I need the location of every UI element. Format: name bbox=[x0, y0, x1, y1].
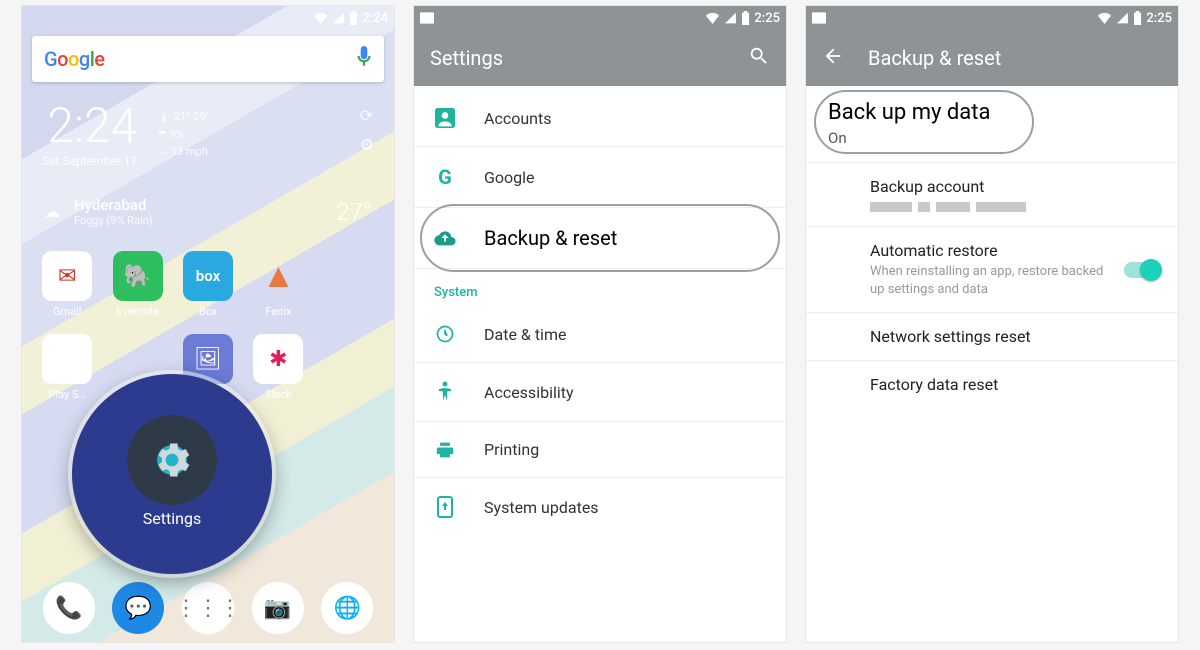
back-icon[interactable] bbox=[822, 45, 844, 72]
appbar: Backup & reset bbox=[806, 30, 1178, 86]
row-accounts[interactable]: Accounts bbox=[414, 90, 786, 147]
weather-conditions: Foggy (9% Rain) bbox=[74, 214, 153, 227]
dock-messages[interactable]: 💬 bbox=[112, 582, 164, 634]
status-time: 2:25 bbox=[1146, 11, 1172, 26]
clock-icon bbox=[434, 324, 456, 344]
notification-icon bbox=[812, 12, 826, 24]
row-accessibility[interactable]: Accessibility bbox=[414, 363, 786, 422]
screen-settings: 2:25 Settings Accounts G Google Backup &… bbox=[414, 6, 786, 642]
clock-date: Sat September 17 bbox=[42, 154, 137, 168]
clock-time: 2:24 bbox=[42, 102, 137, 150]
refresh-icon[interactable]: ⟳ bbox=[360, 106, 374, 125]
screen-home: 2:24 Google 2:24 Sat September 17 🌡 21° … bbox=[22, 6, 394, 642]
row-system-updates[interactable]: System updates bbox=[414, 478, 786, 536]
app-fenix[interactable]: ▲Fenix bbox=[243, 251, 313, 318]
weather-mini: 🌡 21° 29° ☂ 9% ↔ 13 mph bbox=[157, 102, 209, 161]
row-backup-account[interactable]: Backup account bbox=[806, 163, 1178, 227]
row-label: Date & time bbox=[484, 325, 566, 344]
toggle-automatic-restore[interactable] bbox=[1124, 262, 1160, 278]
account-icon bbox=[434, 108, 456, 128]
row-sub: When reinstalling an app, restore backed… bbox=[870, 263, 1158, 298]
row-label: Printing bbox=[484, 440, 539, 459]
row-label: Google bbox=[484, 168, 535, 187]
row-title: Automatic restore bbox=[870, 241, 1158, 260]
screen-backup-reset: 2:25 Backup & reset Back up my data On B… bbox=[806, 6, 1178, 642]
settings-app-label: Settings bbox=[143, 509, 201, 528]
row-title: Network settings reset bbox=[870, 327, 1158, 346]
backup-icon bbox=[434, 228, 456, 248]
appbar: Settings bbox=[414, 30, 786, 86]
google-icon: G bbox=[434, 165, 456, 189]
row-automatic-restore[interactable]: Automatic restore When reinstalling an a… bbox=[806, 227, 1178, 313]
row-network-reset[interactable]: Network settings reset bbox=[806, 313, 1178, 361]
appbar-title: Backup & reset bbox=[868, 46, 1001, 70]
row-label: Accounts bbox=[484, 109, 551, 128]
update-icon bbox=[434, 496, 456, 518]
weather-widget[interactable]: ☁ Hyderabad Foggy (9% Rain) 27° bbox=[22, 172, 394, 237]
status-bar: 2:25 bbox=[806, 6, 1178, 30]
weather-location: Hyderabad bbox=[74, 196, 153, 214]
mic-icon[interactable] bbox=[356, 46, 372, 72]
google-logo: Google bbox=[44, 47, 105, 71]
search-icon[interactable] bbox=[748, 45, 770, 72]
wifi-icon bbox=[1097, 12, 1112, 24]
settings-app-callout[interactable]: Settings bbox=[72, 374, 272, 574]
row-date-time[interactable]: Date & time bbox=[414, 306, 786, 363]
dock-camera[interactable]: 📷 bbox=[252, 582, 304, 634]
clock-widget[interactable]: 2:24 Sat September 17 🌡 21° 29° ☂ 9% ↔ 1… bbox=[22, 82, 394, 172]
wifi-icon bbox=[313, 12, 328, 24]
wifi-icon bbox=[705, 12, 720, 24]
status-bar: 2:24 bbox=[22, 6, 394, 30]
row-factory-reset[interactable]: Factory data reset bbox=[806, 361, 1178, 408]
app-slack[interactable]: ✱Slack bbox=[243, 334, 313, 401]
dock-chrome[interactable]: 🌐 bbox=[321, 582, 373, 634]
row-title: Factory data reset bbox=[870, 375, 1158, 394]
battery-icon bbox=[349, 11, 358, 25]
row-label: System updates bbox=[484, 498, 599, 517]
dock-apps[interactable]: ⋮⋮⋮ bbox=[182, 582, 234, 634]
row-title: Back up my data bbox=[828, 100, 1158, 125]
settings-list: Accounts G Google Backup & reset System … bbox=[414, 86, 786, 536]
row-google[interactable]: G Google bbox=[414, 147, 786, 208]
dock-phone[interactable]: 📞 bbox=[43, 582, 95, 634]
fog-icon: ☁ bbox=[44, 202, 60, 221]
status-time: 2:25 bbox=[754, 11, 780, 26]
signal-icon bbox=[332, 12, 345, 24]
row-printing[interactable]: Printing bbox=[414, 422, 786, 478]
appbar-title: Settings bbox=[430, 46, 503, 70]
app-evernote[interactable]: 🐘Evernote bbox=[102, 251, 172, 318]
row-sub: On bbox=[828, 128, 1158, 148]
status-time: 2:24 bbox=[362, 11, 388, 26]
app-play-store[interactable]: ▶Play S… bbox=[32, 334, 102, 401]
signal-icon bbox=[724, 12, 737, 24]
battery-icon bbox=[741, 11, 750, 25]
status-bar: 2:25 bbox=[414, 6, 786, 30]
app-box[interactable]: boxBox bbox=[173, 251, 243, 318]
google-search-bar[interactable]: Google bbox=[32, 36, 384, 82]
dock: 📞 💬 ⋮⋮⋮ 📷 🌐 bbox=[22, 582, 394, 634]
row-title: Backup account bbox=[870, 177, 1158, 196]
gear-icon[interactable]: ⚙ bbox=[360, 135, 374, 154]
battery-icon bbox=[1133, 11, 1142, 25]
settings-gear-icon bbox=[133, 421, 211, 499]
signal-icon bbox=[1116, 12, 1129, 24]
accessibility-icon bbox=[434, 381, 456, 403]
notification-icon bbox=[420, 12, 434, 24]
section-system: System bbox=[414, 269, 786, 306]
row-label: Accessibility bbox=[484, 383, 574, 402]
app-gmail[interactable]: ✉Gmail bbox=[32, 251, 102, 318]
weather-temp: 27° bbox=[336, 198, 372, 226]
row-backup-reset[interactable]: Backup & reset bbox=[414, 208, 786, 269]
redacted-email bbox=[870, 202, 1158, 212]
app-grid: ✉Gmail 🐘Evernote boxBox ▲Fenix ▶Play S… … bbox=[22, 237, 394, 401]
row-backup-my-data[interactable]: Back up my data On bbox=[806, 86, 1178, 163]
print-icon bbox=[434, 441, 456, 459]
row-label: Backup & reset bbox=[484, 226, 617, 250]
